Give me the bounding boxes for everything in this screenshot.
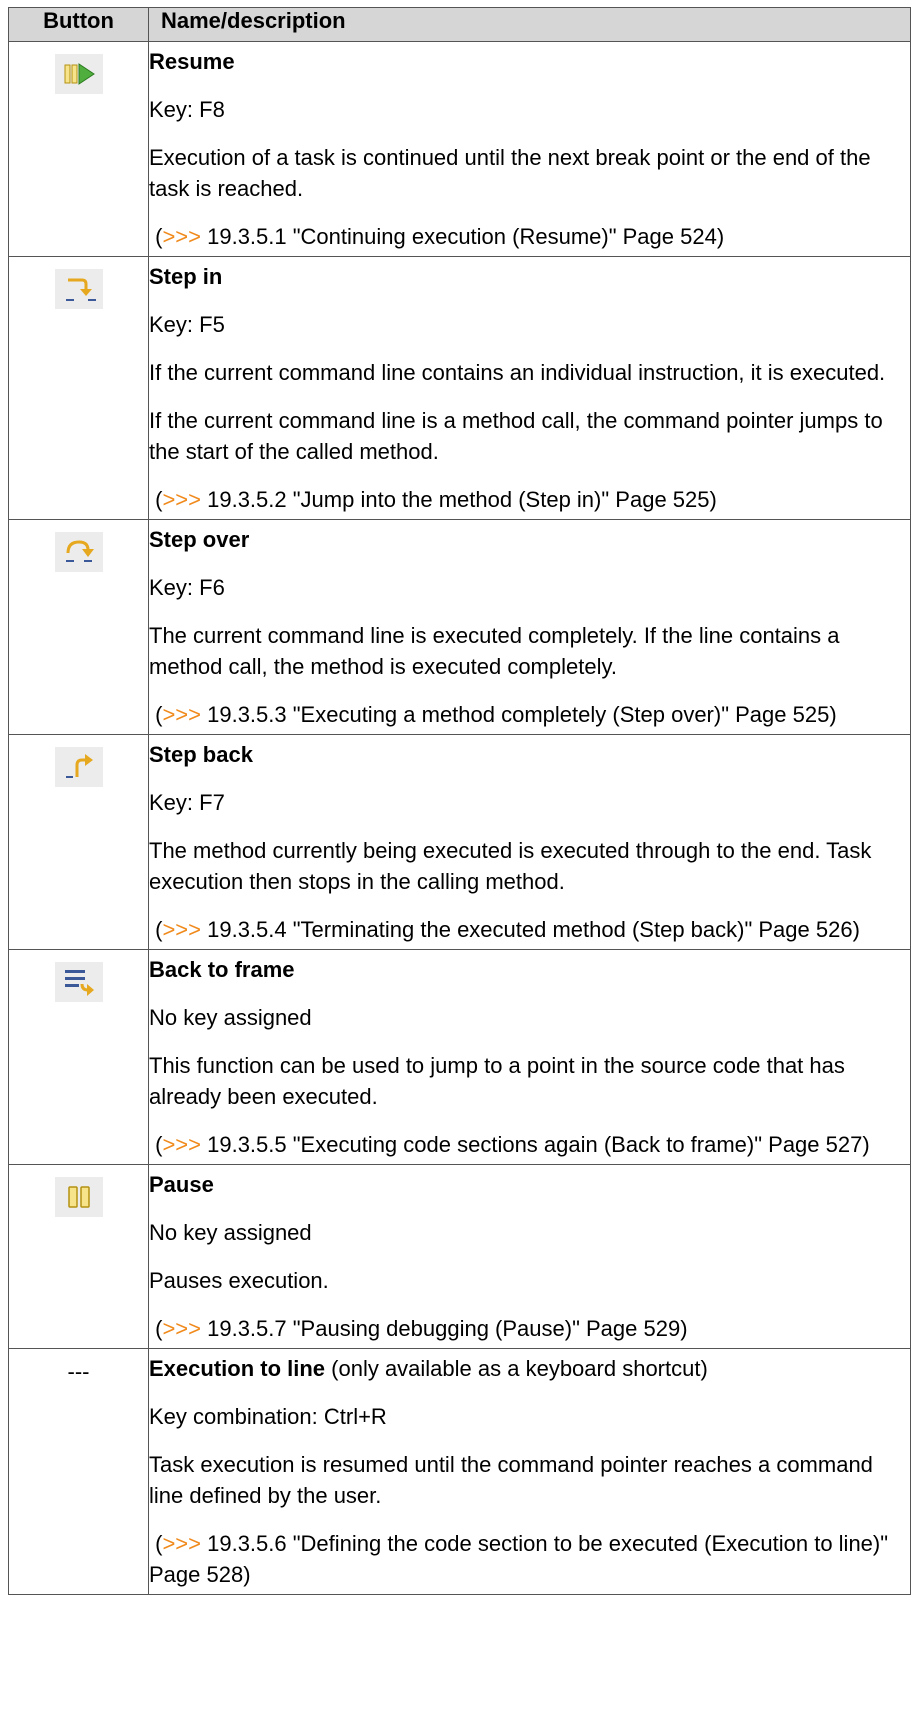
description-cell: Step over Key: F6 The current command li… [148, 519, 911, 735]
table-row: Step over Key: F6 The current command li… [8, 519, 911, 735]
row-paragraph: Execution of a task is continued until t… [149, 145, 871, 201]
cross-reference-arrow[interactable]: >>> [162, 702, 201, 727]
cross-reference: (>>> 19.3.5.4 "Terminating the executed … [149, 917, 860, 942]
cross-reference-text[interactable]: 19.3.5.5 "Executing code sections again … [201, 1132, 870, 1157]
row-key: Key: F6 [149, 575, 225, 600]
row-name: Step over [149, 527, 250, 552]
button-cell [8, 519, 149, 735]
row-key: Key: F5 [149, 312, 225, 337]
table-row: Back to frame No key assigned This funct… [8, 949, 911, 1165]
cross-reference-text[interactable]: 19.3.5.1 "Continuing execution (Resume)"… [201, 224, 724, 249]
resume-icon[interactable] [54, 54, 103, 94]
cross-reference: (>>> 19.3.5.7 "Pausing debugging (Pause)… [149, 1316, 688, 1341]
description-cell: Pause No key assigned Pauses execution. … [148, 1164, 911, 1349]
pause-icon[interactable] [54, 1177, 103, 1217]
button-cell [8, 734, 149, 950]
description-cell: Resume Key: F8 Execution of a task is co… [148, 41, 911, 257]
description-cell: Back to frame No key assigned This funct… [148, 949, 911, 1165]
description-cell: Step back Key: F7 The method currently b… [148, 734, 911, 950]
back-to-frame-icon[interactable] [54, 962, 103, 1002]
button-description-table: Button Name/description Resume Key: F8 E… [8, 7, 911, 1595]
row-paragraph: This function can be used to jump to a p… [149, 1053, 845, 1109]
cross-reference-text[interactable]: 19.3.5.4 "Terminating the executed metho… [201, 917, 860, 942]
button-cell [8, 1164, 149, 1349]
cross-reference: (>>> 19.3.5.2 "Jump into the method (Ste… [149, 487, 717, 512]
no-button-placeholder: --- [67, 1359, 90, 1384]
row-paragraph: If the current command line contains an … [149, 360, 886, 385]
row-name: Back to frame [149, 957, 295, 982]
cross-reference-text[interactable]: 19.3.5.3 "Executing a method completely … [201, 702, 837, 727]
row-name: Resume [149, 49, 235, 74]
button-cell: --- [8, 1348, 149, 1595]
row-name: Execution to line [149, 1356, 326, 1381]
step-back-icon[interactable] [54, 747, 103, 787]
row-key: Key: F8 [149, 97, 225, 122]
row-paragraph: If the current command line is a method … [149, 408, 883, 464]
row-key: No key assigned [149, 1220, 312, 1245]
table-row: --- Execution to line (only available as… [8, 1348, 911, 1595]
row-paragraph: Task execution is resumed until the comm… [149, 1452, 873, 1508]
row-name: Pause [149, 1172, 214, 1197]
cross-reference-text[interactable]: 19.3.5.2 "Jump into the method (Step in)… [201, 487, 717, 512]
row-paragraph: The method currently being executed is e… [149, 838, 872, 894]
header-description: Name/description [148, 7, 911, 42]
cross-reference-arrow[interactable]: >>> [162, 1316, 201, 1341]
cross-reference: (>>> 19.3.5.6 "Defining the code section… [149, 1531, 889, 1587]
step-in-icon[interactable] [54, 269, 103, 309]
row-paragraph: Pauses execution. [149, 1268, 329, 1293]
step-over-icon[interactable] [54, 532, 103, 572]
table-row: Step back Key: F7 The method currently b… [8, 734, 911, 950]
row-name-note: (only available as a keyboard shortcut) [325, 1356, 708, 1381]
row-key: Key combination: Ctrl+R [149, 1404, 387, 1429]
table-row: Pause No key assigned Pauses execution. … [8, 1164, 911, 1349]
row-key: Key: F7 [149, 790, 225, 815]
cross-reference-arrow[interactable]: >>> [162, 917, 201, 942]
row-paragraph: The current command line is executed com… [149, 623, 840, 679]
button-cell [8, 949, 149, 1165]
table-row: Resume Key: F8 Execution of a task is co… [8, 41, 911, 257]
row-name: Step back [149, 742, 253, 767]
table-row: Step in Key: F5 If the current command l… [8, 256, 911, 520]
button-cell [8, 256, 149, 520]
cross-reference-arrow[interactable]: >>> [162, 224, 201, 249]
cross-reference: (>>> 19.3.5.1 "Continuing execution (Res… [149, 224, 725, 249]
cross-reference-arrow[interactable]: >>> [162, 1531, 201, 1556]
cross-reference-arrow[interactable]: >>> [162, 487, 201, 512]
description-cell: Step in Key: F5 If the current command l… [148, 256, 911, 520]
description-cell: Execution to line (only available as a k… [148, 1348, 911, 1595]
cross-reference-text[interactable]: 19.3.5.6 "Defining the code section to b… [149, 1531, 888, 1587]
header-button: Button [8, 7, 149, 42]
row-name-line: Execution to line (only available as a k… [149, 1349, 910, 1384]
button-cell [8, 41, 149, 257]
cross-reference-arrow[interactable]: >>> [162, 1132, 201, 1157]
row-name: Step in [149, 264, 223, 289]
cross-reference: (>>> 19.3.5.5 "Executing code sections a… [149, 1132, 870, 1157]
cross-reference: (>>> 19.3.5.3 "Executing a method comple… [149, 702, 837, 727]
row-key: No key assigned [149, 1005, 312, 1030]
cross-reference-text[interactable]: 19.3.5.7 "Pausing debugging (Pause)" Pag… [201, 1316, 687, 1341]
table-header-row: Button Name/description [8, 7, 911, 42]
